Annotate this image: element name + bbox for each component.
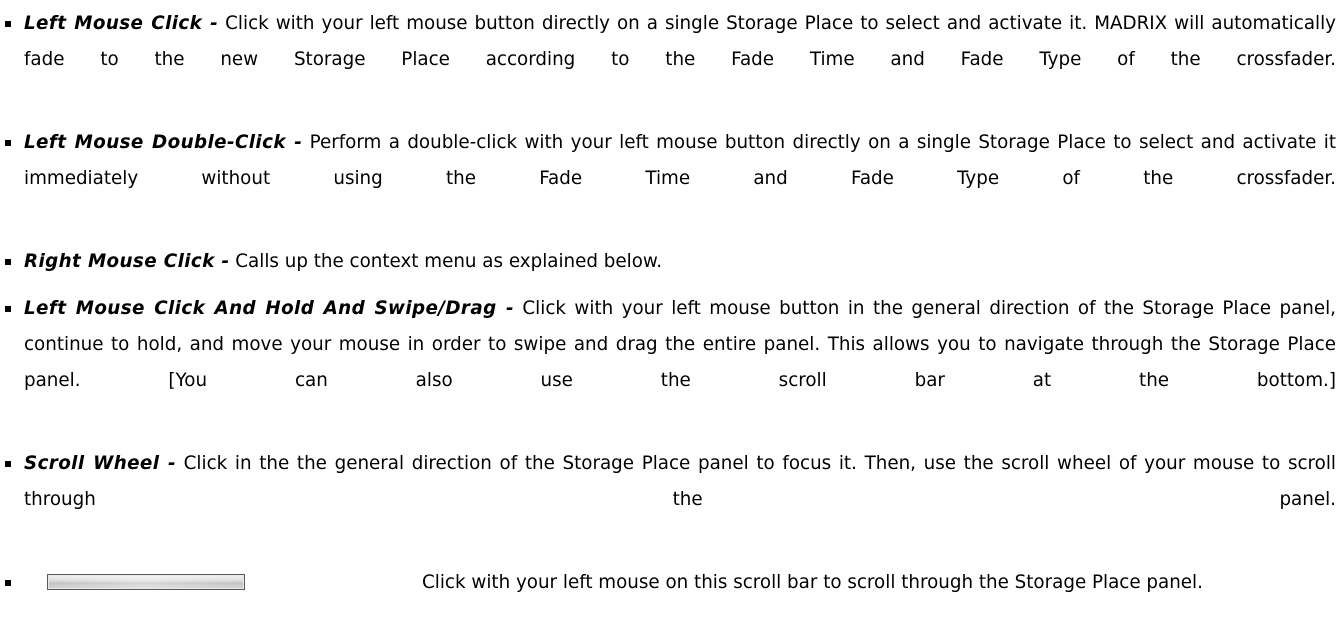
item-term: Left Mouse Click -	[24, 13, 219, 34]
item-text: Click with your left mouse button direct…	[24, 13, 1336, 70]
bullet-icon	[5, 21, 11, 27]
bullet-icon	[5, 461, 11, 467]
list-item-right-mouse-click: Right Mouse Click - Calls up the context…	[0, 244, 1340, 280]
scroll-bar-icon	[47, 574, 245, 590]
item-term: Left Mouse Double-Click -	[24, 132, 303, 153]
item-term: Right Mouse Click -	[24, 251, 230, 272]
item-term: Left Mouse Click And Hold And Swipe/Drag…	[24, 298, 514, 319]
bullet-icon	[5, 140, 11, 146]
list-item-scroll-bar: Click with your left mouse on this scrol…	[0, 565, 1340, 601]
mouse-actions-list: Left Mouse Click - Click with your left …	[0, 6, 1340, 601]
list-item-left-mouse-click: Left Mouse Click - Click with your left …	[0, 6, 1340, 114]
list-item-left-mouse-double-click: Left Mouse Double-Click - Perform a doub…	[0, 125, 1340, 233]
item-text: Click in the the general direction of th…	[24, 453, 1336, 510]
bullet-icon	[5, 306, 11, 312]
bullet-icon	[5, 259, 11, 265]
bullet-icon	[5, 580, 11, 586]
scroll-bar-description: Click with your left mouse on this scrol…	[422, 572, 1203, 593]
list-item-scroll-wheel: Scroll Wheel - Click in the the general …	[0, 446, 1340, 554]
item-term: Scroll Wheel -	[24, 453, 176, 474]
list-item-click-hold-swipe-drag: Left Mouse Click And Hold And Swipe/Drag…	[0, 291, 1340, 435]
item-text: Calls up the context menu as explained b…	[229, 251, 663, 272]
